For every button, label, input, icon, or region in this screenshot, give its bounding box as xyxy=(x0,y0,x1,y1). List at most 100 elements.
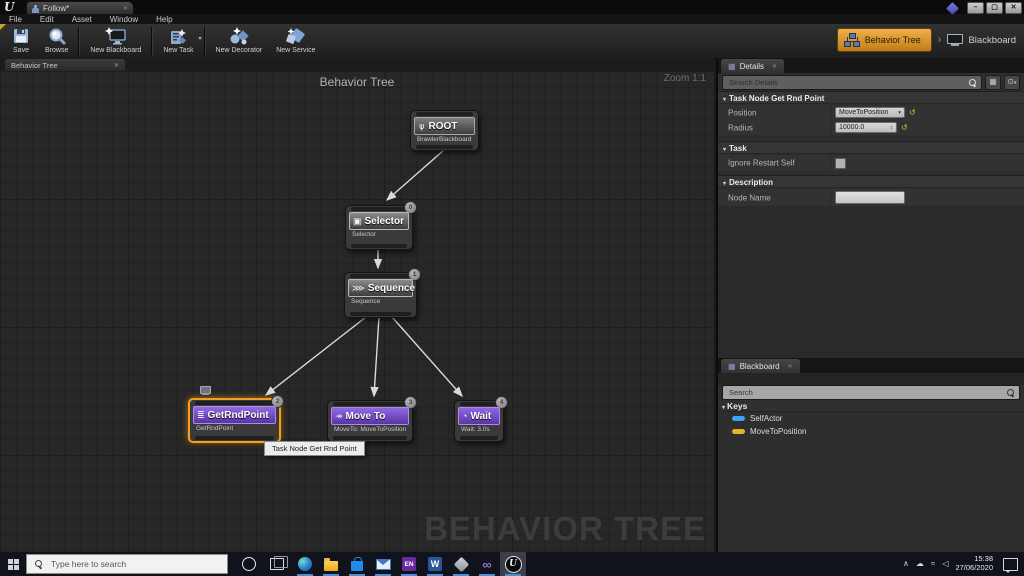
details-tab-bar: ▦ Details ✕ xyxy=(718,58,1024,73)
behavior-tree-mode-button[interactable]: Behavior Tree xyxy=(837,28,932,52)
details-tab-icon: ▦ xyxy=(728,62,736,71)
getrndpoint-icon: ≣ xyxy=(197,411,205,420)
minimize-button[interactable]: – xyxy=(967,2,984,14)
moveto-icon: ↠ xyxy=(335,412,343,421)
clock-date: 27/06/2020 xyxy=(955,564,993,573)
new-service-button[interactable]: New Service xyxy=(269,25,322,57)
category-description[interactable]: ▾Description xyxy=(718,175,1024,188)
reset-to-default-icon[interactable]: ↺ xyxy=(901,124,908,132)
toolbar-separator xyxy=(204,27,206,55)
edge-button[interactable] xyxy=(292,552,318,576)
key-movetoposition[interactable]: MoveToPosition xyxy=(718,425,1024,438)
asset-tab-label: Follow* xyxy=(43,4,69,13)
window-controls: – ▢ ✕ xyxy=(948,2,1022,14)
new-decorator-button[interactable]: New Decorator xyxy=(209,25,270,57)
graph-tab-close-icon[interactable]: ✕ xyxy=(114,62,119,69)
property-matrix-button[interactable]: ▦ xyxy=(985,75,1001,90)
node-moveto[interactable]: 3 ↠Move To MoveTo: MoveToPosition xyxy=(327,400,413,442)
taskbar-search-box[interactable] xyxy=(26,554,228,574)
ignore-restart-self-checkbox[interactable] xyxy=(835,158,846,169)
menu-asset[interactable]: Asset xyxy=(63,15,101,24)
category-task-node[interactable]: ▾Task Node Get Rnd Point xyxy=(718,91,1024,104)
unreal-engine-button[interactable]: U xyxy=(500,552,526,576)
details-tab-close-icon[interactable]: ✕ xyxy=(772,63,777,70)
taskbar-clock[interactable]: 15:38 27/06/2020 xyxy=(955,555,993,572)
view-options-button[interactable]: ⊙▾ xyxy=(1004,75,1020,90)
marketplace-icon[interactable] xyxy=(946,2,959,15)
reset-to-default-icon[interactable]: ↺ xyxy=(909,109,916,117)
node-name-input[interactable] xyxy=(835,191,905,204)
category-task[interactable]: ▾Task xyxy=(718,141,1024,154)
radius-row: Radius 10000.0↕ ↺ xyxy=(718,120,1024,136)
menu-help[interactable]: Help xyxy=(147,15,181,24)
sequence-icon: ⋙ xyxy=(352,284,365,293)
wait-icon: ◔ xyxy=(462,412,467,421)
onedrive-icon[interactable]: ☁ xyxy=(916,560,924,568)
mail-button[interactable] xyxy=(370,552,396,576)
node-tooltip: Task Node Get Rnd Point xyxy=(264,441,365,456)
key-selfactor[interactable]: SelfActor xyxy=(718,412,1024,425)
graph-tab-strip: Behavior Tree ✕ xyxy=(0,58,714,71)
tray-expand-icon[interactable]: ∧ xyxy=(903,560,909,568)
cortana-button[interactable] xyxy=(236,552,262,576)
new-task-button[interactable]: New Task ▾ xyxy=(156,25,200,57)
task-view-button[interactable] xyxy=(264,552,290,576)
asset-tab-close-icon[interactable]: ✕ xyxy=(123,5,128,12)
browse-button[interactable]: Browse xyxy=(38,25,75,57)
browse-icon xyxy=(47,26,67,46)
spinner-icon[interactable]: ↕ xyxy=(890,125,893,131)
endnote-button[interactable]: EN xyxy=(396,552,422,576)
keys-header[interactable]: ▾Keys xyxy=(718,400,1024,412)
node-selector[interactable]: 0 ▣Selector Selector xyxy=(345,205,413,250)
blackboard-search-box[interactable] xyxy=(722,385,1020,400)
start-button[interactable] xyxy=(0,552,26,576)
position-dropdown[interactable]: MoveToPosition▾ xyxy=(835,107,905,118)
new-task-dropdown-icon[interactable]: ▾ xyxy=(199,35,202,42)
radius-input[interactable]: 10000.0↕ xyxy=(835,122,897,133)
action-center-icon[interactable] xyxy=(1003,558,1018,571)
node-sequence[interactable]: 1 ⋙Sequence Sequence xyxy=(344,272,417,318)
close-button[interactable]: ✕ xyxy=(1005,2,1022,14)
restore-button[interactable]: ▢ xyxy=(986,2,1003,14)
blackboard-mode-button[interactable]: Blackboard xyxy=(947,34,1016,46)
menu-file[interactable]: File xyxy=(0,15,31,24)
graph-document-tab[interactable]: Behavior Tree ✕ xyxy=(5,59,125,71)
behavior-tree-mode-icon xyxy=(844,33,860,47)
paint3d-button[interactable] xyxy=(448,552,474,576)
blackboard-tab-close-icon[interactable]: ✕ xyxy=(788,363,793,370)
mail-icon xyxy=(376,559,391,570)
blackboard-tab-icon: ▦ xyxy=(728,362,736,371)
save-button[interactable]: Save xyxy=(4,25,38,57)
selector-icon: ▣ xyxy=(353,217,362,226)
toolbar-separator xyxy=(78,27,80,55)
system-tray: ∧ ☁ ≈ ◁ 15:38 27/06/2020 xyxy=(903,552,1024,576)
folder-icon xyxy=(324,561,338,571)
node-wait[interactable]: 4 ◔Wait Wait: 3.0s xyxy=(454,400,504,442)
new-blackboard-button[interactable]: New Blackboard xyxy=(83,25,148,57)
details-tab[interactable]: ▦ Details ✕ xyxy=(721,59,784,73)
volume-icon[interactable]: ◁ xyxy=(942,560,948,568)
network-icon[interactable]: ≈ xyxy=(931,560,935,568)
chevron-down-icon: ▾ xyxy=(898,110,901,116)
menu-edit[interactable]: Edit xyxy=(31,15,63,24)
file-explorer-button[interactable] xyxy=(318,552,344,576)
new-blackboard-icon xyxy=(104,26,128,46)
asset-tab-follow[interactable]: Follow* ✕ xyxy=(26,1,134,15)
taskbar-search-input[interactable] xyxy=(49,558,220,570)
node-root[interactable]: ⋔ROOT BrawlerBlackboard xyxy=(410,110,479,151)
windows-logo-icon xyxy=(8,559,19,570)
toolbar: Save Browse New Blackboard New Ta xyxy=(0,24,1024,59)
menu-window[interactable]: Window xyxy=(101,15,147,24)
visual-studio-button[interactable]: ∞ xyxy=(474,552,500,576)
node-getrndpoint[interactable]: 2 ≣GetRndPoint GetRndPoint xyxy=(188,398,281,443)
key-type-icon xyxy=(732,416,745,421)
blackboard-search-input[interactable] xyxy=(727,387,1002,398)
node-name-row: Node Name xyxy=(718,189,1024,207)
blackboard-tab[interactable]: ▦ Blackboard ✕ xyxy=(721,359,800,373)
store-button[interactable] xyxy=(344,552,370,576)
details-search-box[interactable] xyxy=(722,75,982,90)
position-row: Position MoveToPosition▾ ↺ xyxy=(718,105,1024,121)
details-search-input[interactable] xyxy=(727,77,964,88)
behavior-tree-graph-canvas[interactable]: Behavior Tree Zoom 1:1 BEHAVIOR TREE ⋔RO… xyxy=(0,71,714,552)
word-button[interactable]: W xyxy=(422,552,448,576)
